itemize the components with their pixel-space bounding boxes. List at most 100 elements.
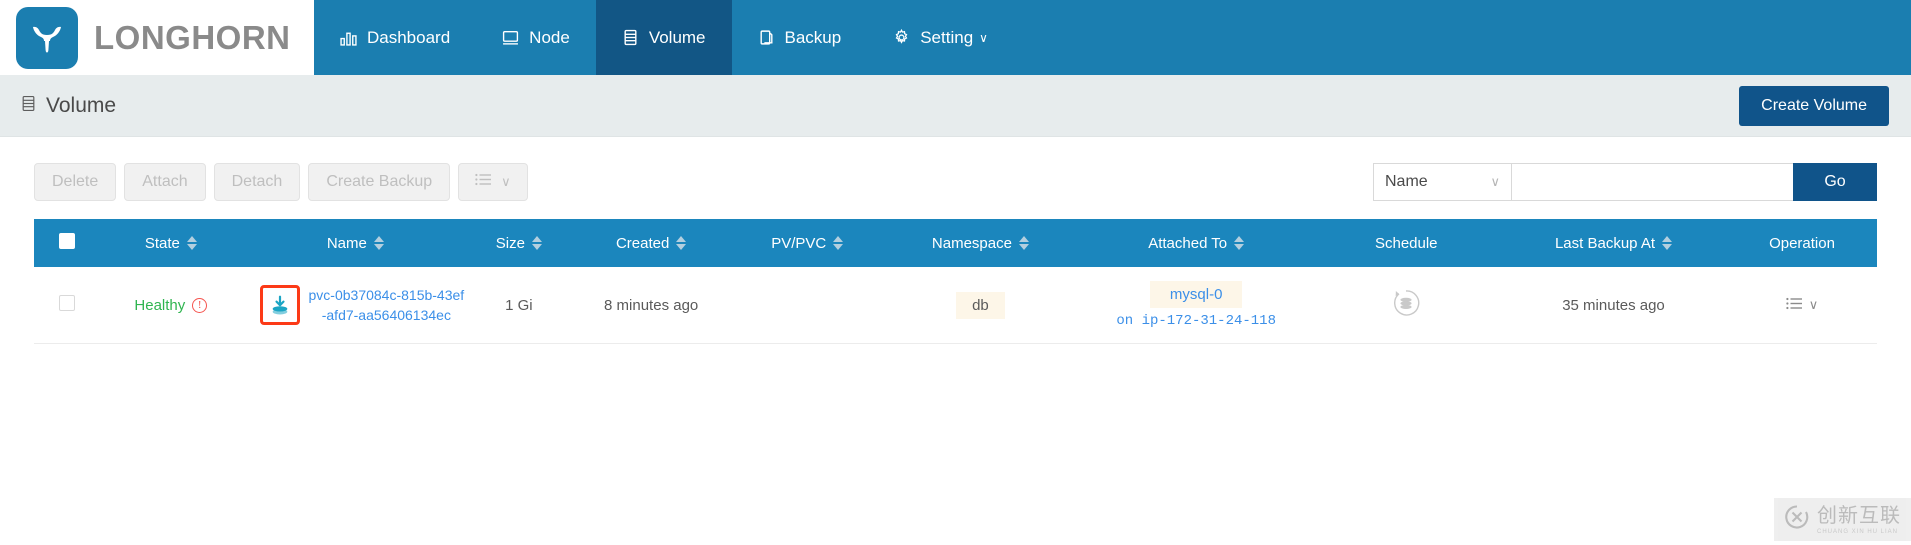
chevron-down-icon: ∨ (501, 174, 511, 190)
search-field-value: Name (1385, 173, 1428, 191)
bulk-actions-menu-button[interactable]: ∨ (458, 163, 528, 201)
column-label: Schedule (1375, 235, 1438, 252)
cx-logo-icon (1784, 504, 1810, 535)
row-namespace-cell: db (881, 267, 1080, 344)
row-select-cell (34, 267, 100, 344)
search-go-button[interactable]: Go (1793, 163, 1877, 201)
brand-name: LONGHORN (94, 19, 291, 57)
top-navigation-bar: LONGHORN Dashboard Node (0, 0, 1911, 75)
delete-button[interactable]: Delete (34, 163, 116, 201)
nav-item-volume[interactable]: Volume (596, 0, 732, 75)
column-label: Created (616, 235, 669, 252)
column-label: Operation (1769, 235, 1835, 252)
page-title: Volume (20, 94, 116, 118)
table-header-size[interactable]: Size (469, 219, 569, 267)
page-header: Volume Create Volume (0, 75, 1911, 137)
column-label: Last Backup At (1555, 235, 1655, 252)
database-stack-icon (622, 29, 639, 46)
table-header-name[interactable]: Name (242, 219, 469, 267)
gear-icon (893, 29, 910, 46)
column-label: Namespace (932, 235, 1012, 252)
row-state-cell: Healthy ! (100, 267, 242, 344)
exclamation-circle-icon[interactable]: ! (192, 298, 207, 313)
table-header-select (34, 219, 100, 267)
row-pvpvc-cell (733, 267, 881, 344)
column-label: Size (496, 235, 525, 252)
column-label: State (145, 235, 180, 252)
row-operation-cell: ∨ (1727, 267, 1877, 344)
detach-button[interactable]: Detach (214, 163, 301, 201)
select-all-checkbox[interactable] (59, 233, 75, 249)
sort-icon[interactable] (1234, 236, 1244, 250)
chevron-down-icon: ∨ (979, 31, 988, 45)
volume-attach-icon[interactable] (260, 285, 300, 325)
column-label: Name (327, 235, 367, 252)
state-label: Healthy (134, 297, 185, 314)
list-menu-icon (475, 173, 492, 191)
column-label: PV/PVC (771, 235, 826, 252)
row-checkbox[interactable] (59, 295, 75, 311)
nav-label: Node (529, 28, 570, 48)
nav-items: Dashboard Node Volume (314, 0, 1911, 75)
create-volume-button[interactable]: Create Volume (1739, 86, 1889, 126)
nav-item-setting[interactable]: Setting ∨ (867, 0, 1014, 75)
attached-node-link[interactable]: on ip-172-31-24-118 (1084, 313, 1309, 329)
watermark: 创新互联 CHUANG XIN HU LIAN (1774, 498, 1911, 541)
column-label: Attached To (1148, 235, 1227, 252)
table-header-pvpvc[interactable]: PV/PVC (733, 219, 881, 267)
attach-button[interactable]: Attach (124, 163, 205, 201)
copy-icon (758, 29, 775, 46)
table-header-last-backup-at[interactable]: Last Backup At (1500, 219, 1727, 267)
row-operation-menu-button[interactable]: ∨ (1786, 297, 1819, 314)
nav-item-node[interactable]: Node (476, 0, 596, 75)
volume-icon (20, 94, 37, 118)
page-title-text: Volume (46, 94, 116, 118)
attached-to-link[interactable]: mysql-0 (1150, 281, 1243, 308)
nav-item-backup[interactable]: Backup (732, 0, 868, 75)
table-header-namespace[interactable]: Namespace (881, 219, 1080, 267)
sort-icon[interactable] (1019, 236, 1029, 250)
search-filter-group: Name ∨ Go (1373, 163, 1877, 201)
sort-icon[interactable] (532, 236, 542, 250)
chevron-down-icon: ∨ (1490, 174, 1500, 190)
search-input[interactable] (1511, 163, 1793, 201)
volume-table: State Name Size (34, 219, 1877, 344)
row-last-backup-at-cell: 35 minutes ago (1500, 267, 1727, 344)
sort-icon[interactable] (187, 236, 197, 250)
chevron-down-icon: ∨ (1809, 297, 1819, 313)
volume-name-link[interactable]: pvc-0b37084c-815b-43ef-afd7-aa56406134ec (308, 285, 465, 326)
brand-logo-area[interactable]: LONGHORN (0, 0, 314, 75)
table-header-created[interactable]: Created (569, 219, 734, 267)
row-attached-to-cell: mysql-0 on ip-172-31-24-118 (1080, 267, 1313, 344)
nav-item-dashboard[interactable]: Dashboard (314, 0, 476, 75)
list-menu-icon (1786, 297, 1803, 314)
table-header-row: State Name Size (34, 219, 1877, 267)
watermark-text: 创新互联 CHUANG XIN HU LIAN (1817, 505, 1901, 535)
table-row: Healthy ! pv (34, 267, 1877, 344)
sort-icon[interactable] (833, 236, 843, 250)
row-created-cell: 8 minutes ago (569, 267, 734, 344)
sort-icon[interactable] (1662, 236, 1672, 250)
search-field-select[interactable]: Name ∨ (1373, 163, 1511, 201)
row-schedule-cell (1313, 267, 1500, 344)
table-header-operation: Operation (1727, 219, 1877, 267)
table-header-state[interactable]: State (100, 219, 242, 267)
content-area: Delete Attach Detach Create Backup ∨ Nam… (0, 137, 1911, 545)
watermark-cn: 创新互联 (1817, 503, 1901, 527)
row-size-cell: 1 Gi (469, 267, 569, 344)
nav-label: Setting (920, 28, 973, 48)
sort-icon[interactable] (676, 236, 686, 250)
chart-bar-icon (340, 29, 357, 46)
watermark-en: CHUANG XIN HU LIAN (1817, 529, 1901, 535)
table-toolbar: Delete Attach Detach Create Backup ∨ Nam… (34, 137, 1877, 219)
longhorn-bull-icon (16, 7, 78, 69)
table-header-schedule: Schedule (1313, 219, 1500, 267)
nav-label: Volume (649, 28, 706, 48)
server-node-icon (502, 29, 519, 46)
recurring-snapshot-icon[interactable] (1391, 288, 1421, 322)
nav-label: Dashboard (367, 28, 450, 48)
create-backup-button[interactable]: Create Backup (308, 163, 450, 201)
sort-icon[interactable] (374, 236, 384, 250)
table-header-attached-to[interactable]: Attached To (1080, 219, 1313, 267)
namespace-tag: db (956, 292, 1005, 319)
